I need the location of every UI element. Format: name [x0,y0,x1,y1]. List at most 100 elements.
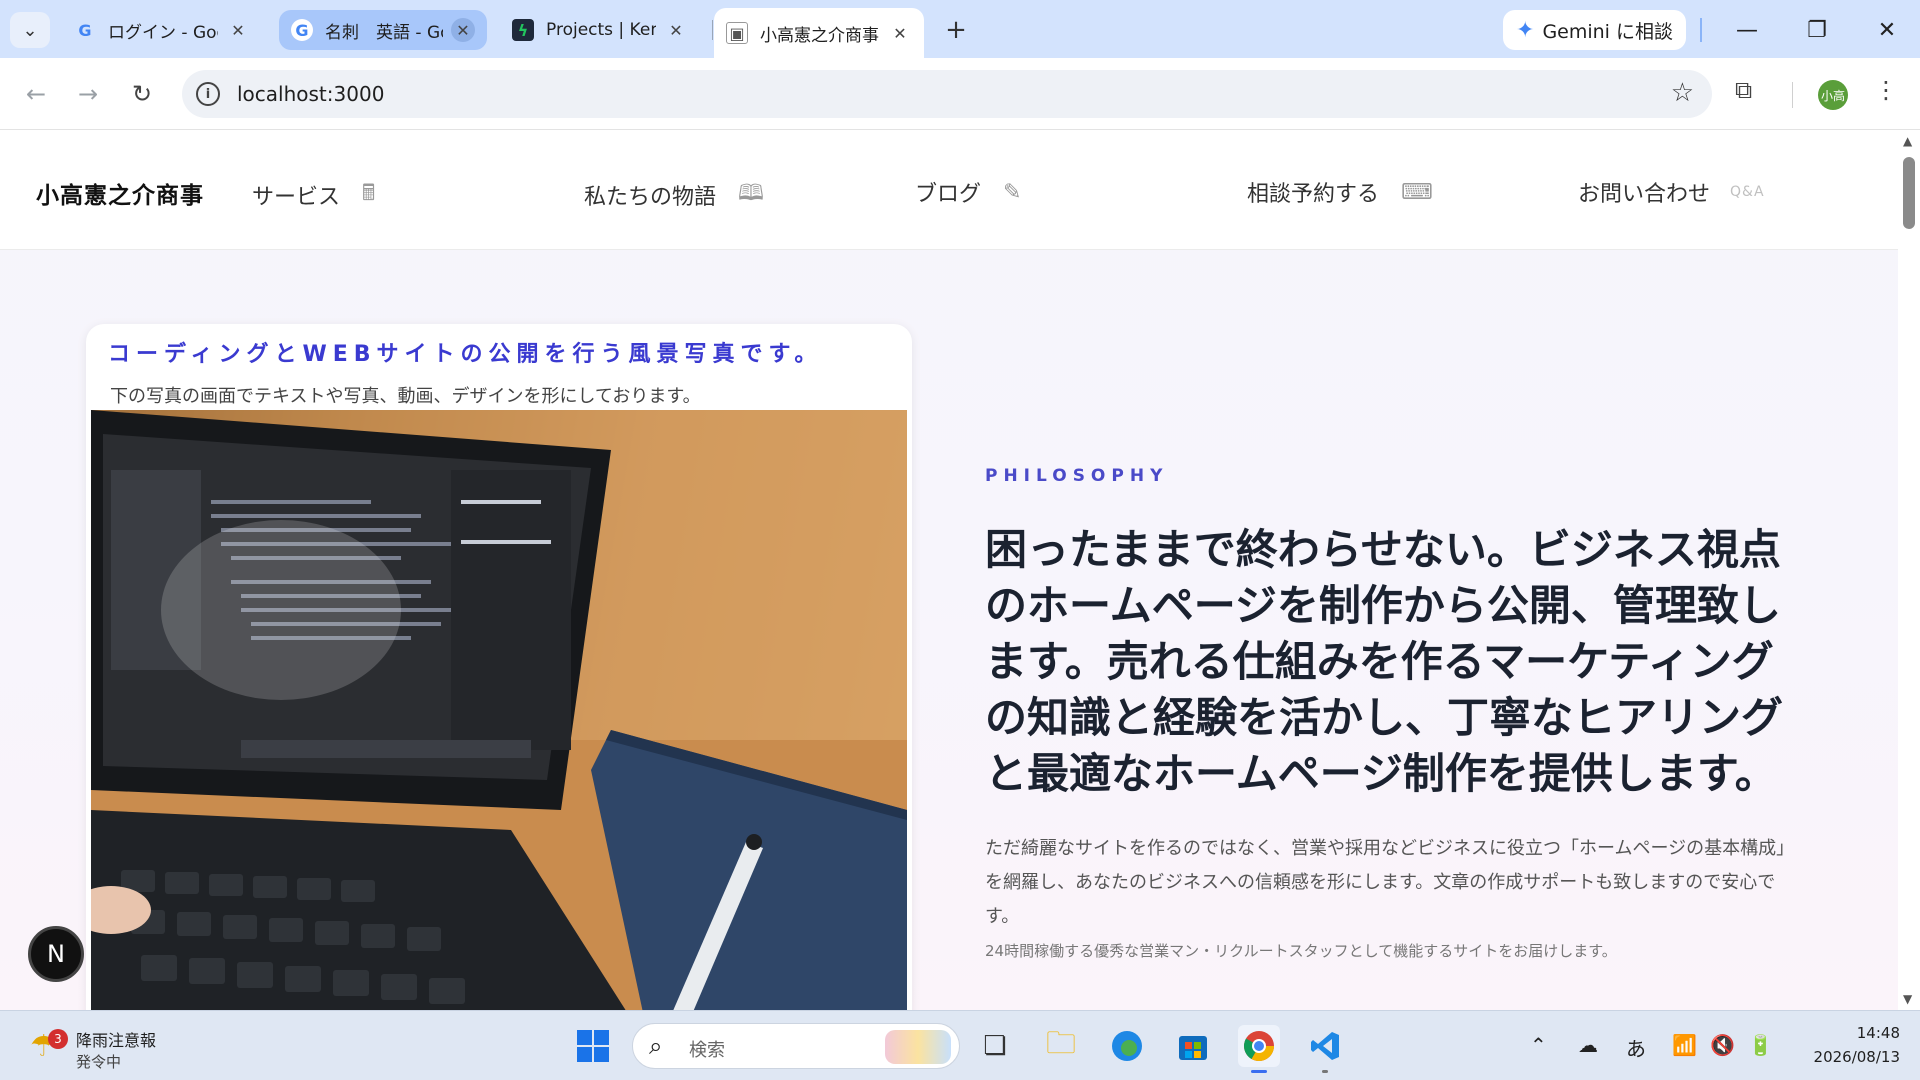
extensions-puzzle-icon[interactable]: ⧉ [1735,76,1752,104]
store-button[interactable] [1172,1025,1214,1067]
minimize-icon: — [1736,17,1758,43]
tab-current-site[interactable]: ▣ 小高憲之介商事 ✕ [714,8,924,58]
close-window-button[interactable]: ✕ [1862,10,1912,50]
close-icon: ✕ [1877,17,1897,43]
edge-icon [1112,1031,1142,1061]
reload-icon: ↻ [131,80,153,108]
pen-icon: ✎ [1003,179,1022,205]
gemini-button[interactable]: ✦ Gemini に相談 [1503,10,1686,50]
start-button[interactable] [572,1025,614,1067]
windows-taskbar: ☂ 3 降雨注意報 発令中 ⌕ 検索 ❏ 🗀 ⌃ ☁ あ 📶 🔇 🔋 14:48… [0,1010,1920,1080]
nav-label: お問い合わせ [1578,182,1711,207]
tab-divider [712,20,713,40]
nav-item-booking[interactable]: 相談予約する ⌨ [1247,176,1433,208]
calculator-icon: 🖩 [362,181,376,206]
nav-item-services[interactable]: サービス 🖩 [252,176,375,214]
nextjs-dev-badge[interactable]: N [28,926,84,982]
store-icon [1179,1036,1207,1060]
back-button[interactable]: ← [16,74,56,114]
bolt-icon: ϟ [512,19,534,41]
clock-time: 14:48 [1856,1024,1900,1042]
scroll-up-icon[interactable]: ▲ [1903,134,1912,148]
tab-search-button[interactable]: ⌄ [10,12,50,48]
tab-projects[interactable]: ϟ Projects | Kenji ✕ [500,10,700,50]
active-indicator [1251,1070,1267,1073]
photo-card: コーディングとWEBサイトの公開を行う風景写真です。 下の写真の画面でテキストや… [86,324,912,1010]
weather-widget[interactable]: ☂ 3 降雨注意報 発令中 [26,1019,196,1073]
close-icon[interactable]: ✕ [664,18,688,42]
nav-item-contact[interactable]: お問い合わせ Q&A [1578,176,1765,208]
weather-title: 降雨注意報 [76,1031,157,1050]
notification-badge: 3 [48,1029,68,1049]
restore-button[interactable]: ❐ [1792,10,1842,50]
laptop-photo [91,410,907,1010]
taskbar-search[interactable]: ⌕ 検索 [632,1023,960,1069]
menu-kebab-icon[interactable]: ⋮ [1874,76,1898,104]
book-icon: 🕮 [738,181,764,206]
gemini-label: Gemini に相談 [1542,20,1673,43]
system-clock[interactable]: 14:48 2026/08/13 [1790,1021,1900,1069]
info-icon[interactable]: i [196,82,220,106]
arrow-right-icon: → [77,80,99,108]
page-viewport: 小高憲之介商事 サービス 🖩 私たちの物語 🕮 ブログ ✎ 相談予約する ⌨ お… [0,130,1898,1010]
tab-google-login[interactable]: G ログイン - Google ✕ [62,10,262,50]
task-view-icon: ❏ [983,1031,1007,1061]
close-icon[interactable]: ✕ [226,18,250,42]
address-bar[interactable]: i localhost:3000 ☆ [182,70,1712,118]
tab-title: Projects | Kenji [546,20,656,40]
battery-icon[interactable]: 🔋 [1748,1033,1773,1057]
section-eyebrow: PHILOSOPHY [985,466,1169,486]
philosophy-body: ただ綺麗なサイトを作るのではなく、営業や採用などビジネスに役立つ「ホームページの… [985,838,1795,927]
search-placeholder: 検索 [689,1040,725,1061]
clock-date: 2026/08/13 [1813,1048,1900,1066]
nav-label: サービス [252,185,341,210]
onedrive-icon[interactable]: ☁ [1578,1033,1598,1057]
close-icon[interactable]: ✕ [451,18,475,42]
chevron-up-icon[interactable]: ⌃ [1530,1033,1547,1057]
site-brand[interactable]: 小高憲之介商事 [36,176,204,210]
site-header: 小高憲之介商事 サービス 🖩 私たちの物語 🕮 ブログ ✎ 相談予約する ⌨ お… [0,130,1898,250]
divider [1792,82,1793,108]
browser-toolbar: ← → ↻ i localhost:3000 ☆ ⧉ 小高 ⋮ [0,58,1920,130]
reload-button[interactable]: ↻ [122,74,162,114]
weather-subtitle: 発令中 [76,1053,122,1071]
task-view-button[interactable]: ❏ [974,1025,1016,1067]
forward-button[interactable]: → [68,74,108,114]
divider [1700,18,1702,42]
file-explorer-button[interactable]: 🗀 [1040,1025,1082,1067]
ime-indicator[interactable]: あ [1626,1033,1646,1062]
tab-strip: ⌄ G ログイン - Google ✕ G 名刺 英語 - Google ✕ ϟ… [0,0,1920,58]
edge-button[interactable] [1106,1025,1148,1067]
running-indicator [1322,1070,1328,1073]
windows-logo-icon [577,1030,609,1062]
vscode-button[interactable] [1304,1025,1346,1073]
speaker-muted-icon[interactable]: 🔇 [1710,1033,1735,1057]
plus-icon: + [945,15,967,45]
google-icon: G [78,20,92,40]
arrow-left-icon: ← [25,80,47,108]
search-highlight-icon [885,1030,951,1064]
profile-avatar[interactable]: 小高 [1818,80,1848,110]
chevron-down-icon: ⌄ [22,19,38,41]
new-tab-button[interactable]: + [938,12,974,48]
scroll-down-icon[interactable]: ▼ [1903,992,1912,1006]
card-title: コーディングとWEBサイトの公開を行う風景写真です。 [108,342,823,367]
nav-item-story[interactable]: 私たちの物語 🕮 [584,176,764,214]
chrome-button[interactable] [1238,1025,1280,1073]
tab-meishi[interactable]: G 名刺 英語 - Google ✕ [279,10,487,50]
url-text[interactable]: localhost:3000 [237,82,384,106]
scrollbar-thumb[interactable] [1903,157,1915,229]
gemini-sparkle-icon: ✦ [1516,17,1535,43]
nav-item-blog[interactable]: ブログ ✎ [915,176,1021,208]
bookmark-star-icon[interactable]: ☆ [1671,78,1694,108]
page-scrollbar[interactable]: ▲ ▼ [1898,130,1920,1010]
nav-label: ブログ [915,182,982,207]
keyboard-icon: ⌨ [1401,179,1433,205]
philosophy-headline: 困ったままで終わらせない。ビジネス視点のホームページを制作から公開、管理致します… [985,525,1784,798]
site-favicon-icon: ▣ [726,22,748,44]
close-icon[interactable]: ✕ [888,21,912,45]
minimize-button[interactable]: — [1722,10,1772,50]
nav-label: 私たちの物語 [584,185,717,210]
wifi-icon[interactable]: 📶 [1672,1033,1697,1057]
search-icon: ⌕ [649,1032,663,1060]
